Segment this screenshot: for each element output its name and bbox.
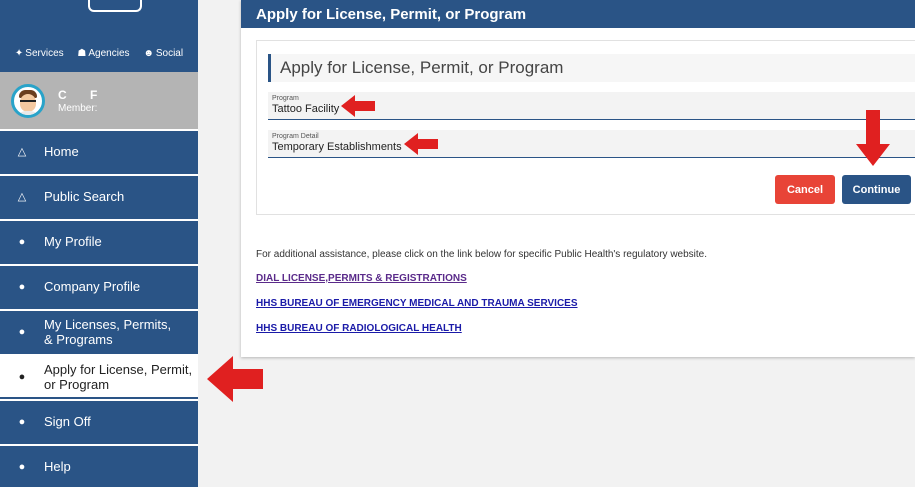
logo-area xyxy=(0,0,198,36)
agencies-label: Agencies xyxy=(88,48,130,59)
triangle-icon: △ xyxy=(17,191,27,203)
palette-icon: ● xyxy=(18,415,26,428)
sidebar-item-label: Apply for License, Permit, or Program xyxy=(44,362,192,392)
user-info: C F Member: xyxy=(58,88,107,114)
services-label: Services xyxy=(25,48,64,59)
palette-icon: ● xyxy=(18,370,26,383)
link-hhs-radiological[interactable]: HHS BUREAU OF RADIOLOGICAL HEALTH xyxy=(256,323,462,334)
building-icon: ☗ xyxy=(77,48,87,59)
sidebar: ✦ Services ☗ Agencies ☻ Social C F Membe… xyxy=(0,0,198,487)
top-nav: ✦ Services ☗ Agencies ☻ Social xyxy=(0,36,198,71)
sidebar-item-public-search[interactable]: △ Public Search xyxy=(0,174,198,217)
social-icon: ☻ xyxy=(143,48,154,59)
sidebar-item-home[interactable]: △ Home xyxy=(0,129,198,172)
label-line-2: & Programs xyxy=(44,331,113,347)
page-title: Apply for License, Permit, or Program xyxy=(241,0,915,28)
avatar xyxy=(11,83,45,118)
annotation-arrow-down-icon xyxy=(856,110,890,166)
program-detail-value: Temporary Establishments xyxy=(272,141,402,153)
user-block[interactable]: C F Member: xyxy=(0,72,198,129)
sidebar-item-help[interactable]: ● Help xyxy=(0,444,198,487)
social-link[interactable]: ☻ Social xyxy=(143,48,183,59)
sidebar-item-company-profile[interactable]: ● Company Profile xyxy=(0,264,198,307)
sidebar-item-label: Public Search xyxy=(44,189,125,204)
sidebar-item-apply[interactable]: ● Apply for License, Permit, or Program xyxy=(0,354,198,397)
assistance-text: For additional assistance, please click … xyxy=(256,249,708,260)
annotation-arrow-left-icon xyxy=(404,133,438,155)
palette-icon: ● xyxy=(18,460,26,473)
main-card: Apply for License, Permit, or Program Ap… xyxy=(241,0,915,357)
sidebar-item-label: My Licenses, Permits, & Programs xyxy=(44,317,171,347)
annotation-arrow-left-icon xyxy=(341,95,375,117)
sidebar-item-label: Company Profile xyxy=(44,279,141,294)
label-line-1: My Licenses, Permits, xyxy=(44,316,172,332)
sidebar-item-sign-off[interactable]: ● Sign Off xyxy=(0,399,198,442)
palette-icon: ● xyxy=(18,235,26,248)
sidebar-item-my-profile[interactable]: ● My Profile xyxy=(0,219,198,262)
agencies-link[interactable]: ☗ Agencies xyxy=(77,48,129,59)
cancel-button[interactable]: Cancel xyxy=(775,175,835,204)
program-detail-label: Program Detail xyxy=(272,133,319,140)
services-link[interactable]: ✦ Services xyxy=(15,48,64,59)
social-label: Social xyxy=(155,48,184,59)
form-title: Apply for License, Permit, or Program xyxy=(268,54,915,82)
sidebar-item-label: Help xyxy=(44,459,71,474)
palette-icon: ● xyxy=(18,280,26,293)
sidebar-item-label: Sign Off xyxy=(44,414,91,429)
triangle-icon: △ xyxy=(17,146,27,158)
gear-icon: ✦ xyxy=(14,48,24,59)
sidebar-item-my-licenses[interactable]: ● My Licenses, Permits, & Programs xyxy=(0,309,198,352)
user-name: C F xyxy=(58,87,108,102)
palette-icon: ● xyxy=(18,325,26,338)
application-form: Apply for License, Permit, or Program Pr… xyxy=(256,40,915,215)
program-detail-field[interactable]: Program Detail Temporary Establishments xyxy=(268,130,915,158)
label-line-2: or Program xyxy=(44,376,110,392)
user-role: Member: xyxy=(58,102,98,114)
label-line-1: Apply for License, Permit, xyxy=(44,361,193,377)
link-hhs-ems-trauma[interactable]: HHS BUREAU OF EMERGENCY MEDICAL AND TRAU… xyxy=(256,298,578,309)
annotation-arrow-left-icon xyxy=(207,356,263,402)
link-dial-license[interactable]: DIAL LICENSE,PERMITS & REGISTRATIONS xyxy=(256,273,467,284)
logo[interactable] xyxy=(88,0,142,12)
sidebar-item-label: My Profile xyxy=(44,234,102,249)
continue-button[interactable]: Continue xyxy=(842,175,911,204)
sidebar-item-label: Home xyxy=(44,144,79,159)
